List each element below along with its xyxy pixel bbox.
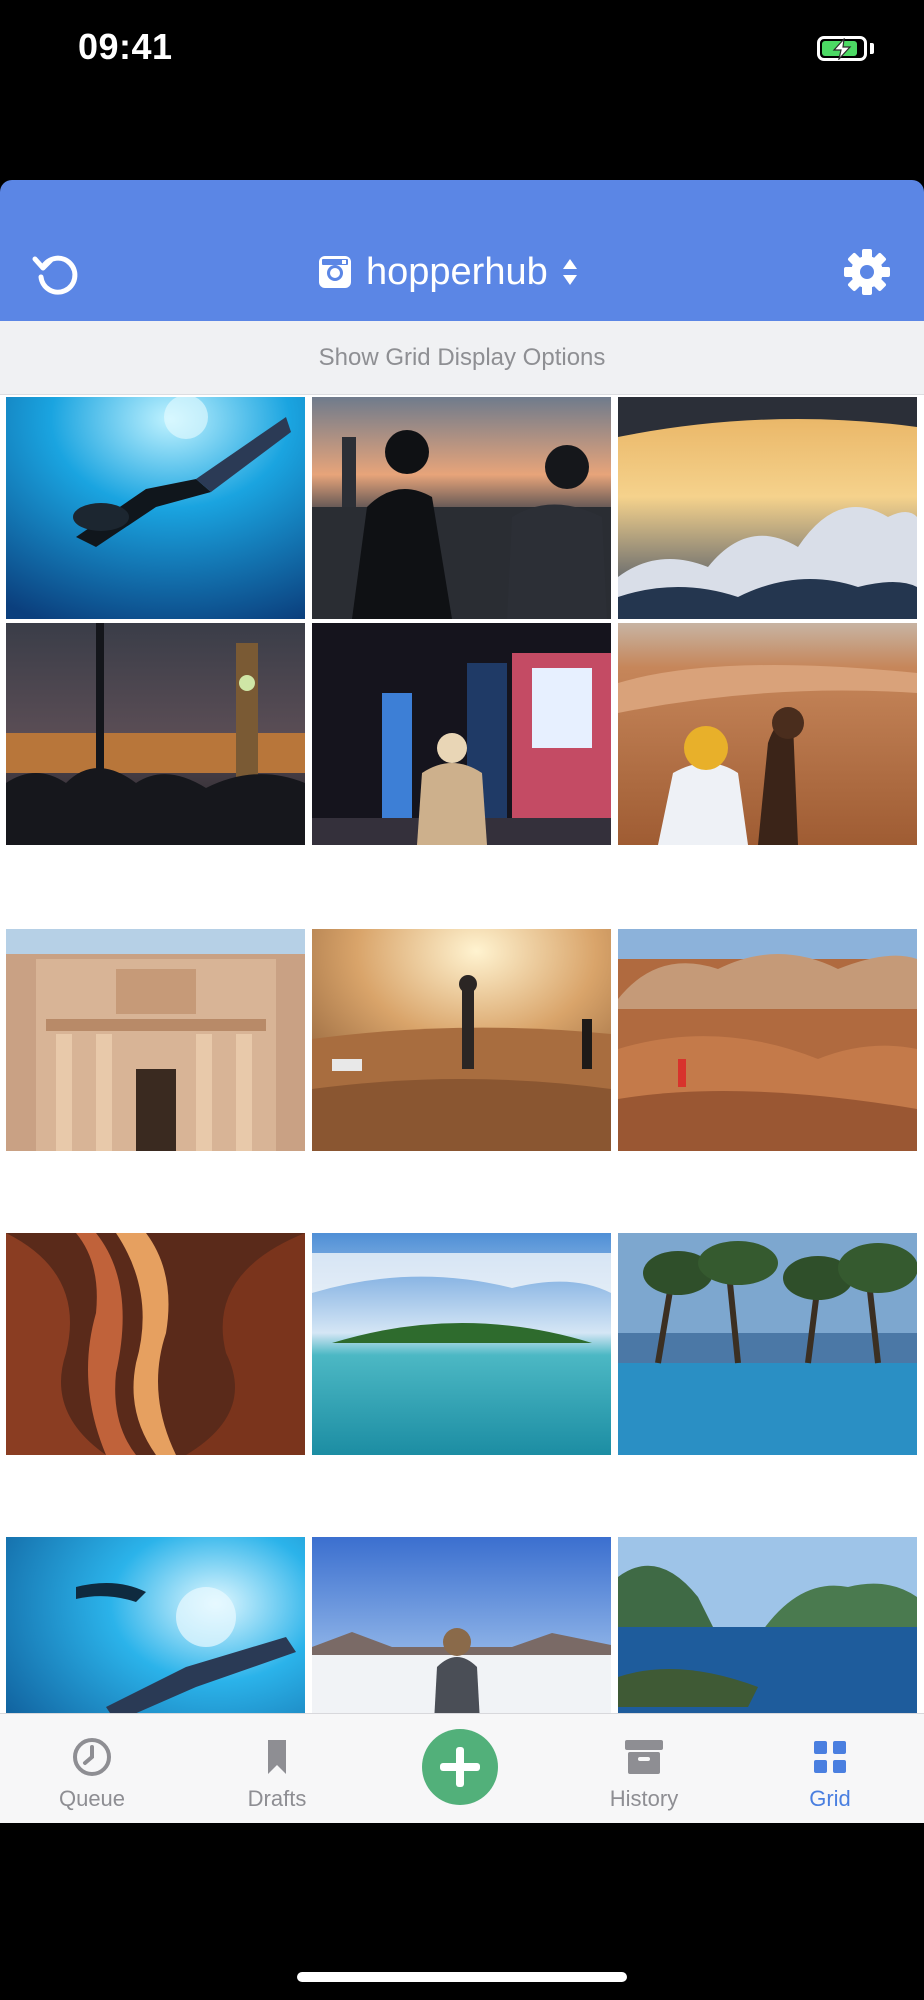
tab-history[interactable]: History — [574, 1714, 714, 1824]
grid-photo[interactable] — [6, 623, 305, 845]
battery-cap — [870, 43, 874, 54]
status-time: 09:41 — [78, 26, 173, 67]
tab-queue[interactable]: Queue — [22, 1714, 162, 1824]
grid-photo[interactable] — [6, 1537, 305, 1713]
instagram-icon — [319, 256, 351, 288]
grid-options-label: Show Grid Display Options — [318, 343, 606, 371]
refresh-button[interactable] — [30, 247, 84, 301]
tab-label: Drafts — [247, 1786, 307, 1811]
tab-grid[interactable]: Grid — [760, 1714, 900, 1824]
grid-photo[interactable] — [6, 929, 305, 1151]
grid-photo[interactable] — [618, 1537, 917, 1713]
tab-label: History — [609, 1786, 679, 1811]
settings-button[interactable] — [840, 245, 894, 299]
grid-icon — [814, 1741, 846, 1773]
grid-photo[interactable] — [312, 929, 611, 1151]
grid-photo[interactable] — [618, 1233, 917, 1455]
grid-photo[interactable] — [618, 929, 917, 1151]
charging-bolt-icon — [832, 38, 852, 60]
grid-photo[interactable] — [6, 1233, 305, 1455]
home-indicator — [297, 1972, 627, 1982]
sort-arrows-icon — [562, 259, 577, 285]
grid-photo[interactable] — [312, 1233, 611, 1455]
grid-photo[interactable] — [618, 397, 917, 619]
gear-icon — [844, 249, 890, 295]
grid-display-options-toggle[interactable]: Show Grid Display Options — [0, 321, 924, 395]
tab-drafts[interactable]: Drafts — [207, 1714, 347, 1824]
tab-label: Queue — [58, 1786, 126, 1811]
photo-grid — [0, 395, 924, 1713]
bookmark-icon — [268, 1740, 286, 1774]
grid-photo[interactable] — [312, 397, 611, 619]
status-bar: 09:41 — [0, 0, 924, 180]
grid-photo[interactable] — [6, 397, 305, 619]
refresh-icon — [32, 255, 78, 295]
account-name: hopperhub — [366, 250, 548, 293]
tab-label: Grid — [809, 1786, 851, 1811]
clock-icon — [73, 1738, 111, 1776]
grid-photo[interactable] — [618, 623, 917, 845]
account-switcher[interactable]: hopperhub — [318, 246, 578, 298]
grid-photo[interactable] — [312, 1537, 611, 1713]
grid-photo[interactable] — [312, 623, 611, 845]
archive-icon — [625, 1740, 663, 1774]
add-post-button[interactable] — [422, 1729, 498, 1805]
